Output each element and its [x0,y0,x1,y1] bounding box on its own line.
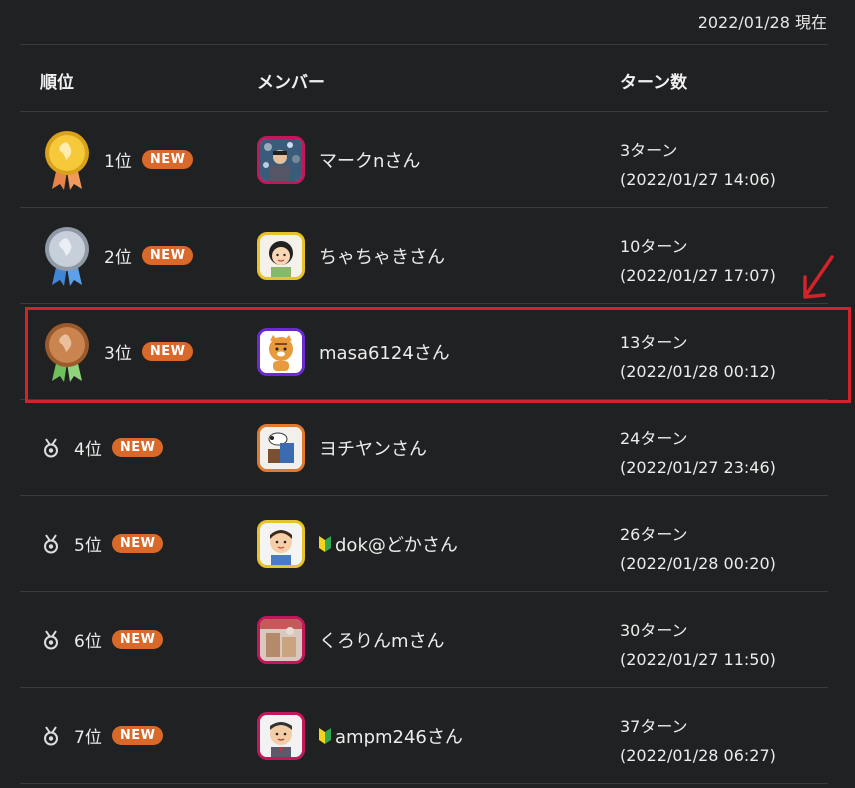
avatar[interactable] [257,231,305,280]
avatar[interactable] [257,423,305,472]
ranking-table: 順位 メンバー ターン数 1位 NEW マークnさん 3ターン (2022/01… [20,44,828,784]
member-name[interactable]: dok@どかさん [319,531,458,557]
new-badge: NEW [111,630,164,649]
table-row: 1位 NEW マークnさん 3ターン (2022/01/27 14:06) [20,112,828,208]
highlight-box [25,307,851,403]
turn-count: 10ターン [620,237,688,256]
table-row: 2位 NEW ちゃちゃきさん 10ターン (2022/01/27 17:07) [20,208,828,304]
small-medal-icon [40,725,62,747]
member-name[interactable]: ampm246さん [319,723,463,749]
member-cell[interactable]: ヨチヤンさん [257,400,427,495]
rank-cell: 4位 NEW [20,400,164,495]
turn-count: 37ターン [620,717,688,736]
turn-count: 26ターン [620,525,688,544]
member-cell[interactable]: dok@どかさん [257,496,458,591]
avatar[interactable] [257,615,305,664]
rank-label: 7位 [74,728,102,748]
turns-cell: 10ターン (2022/01/27 17:07) [620,232,776,290]
header-member: メンバー [257,73,325,93]
member-cell[interactable]: ちゃちゃきさん [257,208,445,303]
rank-cell: 5位 NEW [20,496,164,591]
as-of-date: 2022/01/28 現在 [697,13,827,32]
rank-cell: 7位 NEW [20,688,164,783]
turn-time: (2022/01/27 14:06) [620,170,776,189]
small-medal-icon [40,629,62,651]
member-name-text[interactable]: ampm246さん [335,723,463,749]
new-badge: NEW [141,150,194,169]
table-row: 4位 NEW ヨチヤンさん 24ターン (2022/01/27 23:46) [20,400,828,496]
small-medal-icon [40,437,62,459]
turns-cell: 3ターン (2022/01/27 14:06) [620,136,776,194]
beginner-mark-icon [319,535,331,552]
avatar[interactable] [257,711,305,760]
turn-time: (2022/01/27 17:07) [620,266,776,285]
header-rank: 順位 [40,73,74,93]
member-name[interactable]: マークnさん [319,147,420,173]
new-badge: NEW [141,246,194,265]
member-name[interactable]: ちゃちゃきさん [319,243,445,269]
turn-count: 30ターン [620,621,688,640]
table-header: 順位 メンバー ターン数 [20,45,828,112]
beginner-mark-icon [319,727,331,744]
table-row: 5位 NEW dok@どかさん 26ターン (2022/01/28 00:20) [20,496,828,592]
member-cell[interactable]: マークnさん [257,112,420,207]
turn-count: 24ターン [620,429,688,448]
rank-label: 4位 [74,440,102,460]
rank-label: 5位 [74,536,102,556]
turn-time: (2022/01/28 06:27) [620,746,776,765]
member-name[interactable]: ヨチヤンさん [319,435,427,461]
silver-medal-icon [45,226,89,286]
turns-cell: 26ターン (2022/01/28 00:20) [620,520,776,578]
table-row: 7位 NEW ampm246さん 37ターン (2022/01/28 06:27… [20,688,828,784]
turn-time: (2022/01/28 00:20) [620,554,776,573]
new-badge: NEW [111,534,164,553]
header-turns: ターン数 [620,73,688,93]
rank-label: 1位 [104,152,132,172]
member-cell[interactable]: ampm246さん [257,688,463,783]
turn-time: (2022/01/27 11:50) [620,650,776,669]
small-medal-icon [40,533,62,555]
member-cell[interactable]: くろりんmさん [257,592,445,687]
turns-cell: 24ターン (2022/01/27 23:46) [620,424,776,482]
turn-count: 3ターン [620,141,678,160]
member-name[interactable]: くろりんmさん [319,627,445,653]
member-name-text[interactable]: dok@どかさん [335,531,458,557]
turn-time: (2022/01/27 23:46) [620,458,776,477]
rank-label: 6位 [74,632,102,652]
rank-label: 2位 [104,248,132,268]
gold-medal-icon [45,130,89,190]
new-badge: NEW [111,438,164,457]
rank-cell: 1位 NEW [20,112,194,207]
turns-cell: 37ターン (2022/01/28 06:27) [620,712,776,770]
avatar[interactable] [257,519,305,568]
new-badge: NEW [111,726,164,745]
avatar[interactable] [257,135,305,184]
annotation-arrow-icon [803,255,834,299]
table-row: 6位 NEW くろりんmさん 30ターン (2022/01/27 11:50) [20,592,828,688]
rank-cell: 6位 NEW [20,592,164,687]
turns-cell: 30ターン (2022/01/27 11:50) [620,616,776,674]
rank-cell: 2位 NEW [20,208,194,303]
